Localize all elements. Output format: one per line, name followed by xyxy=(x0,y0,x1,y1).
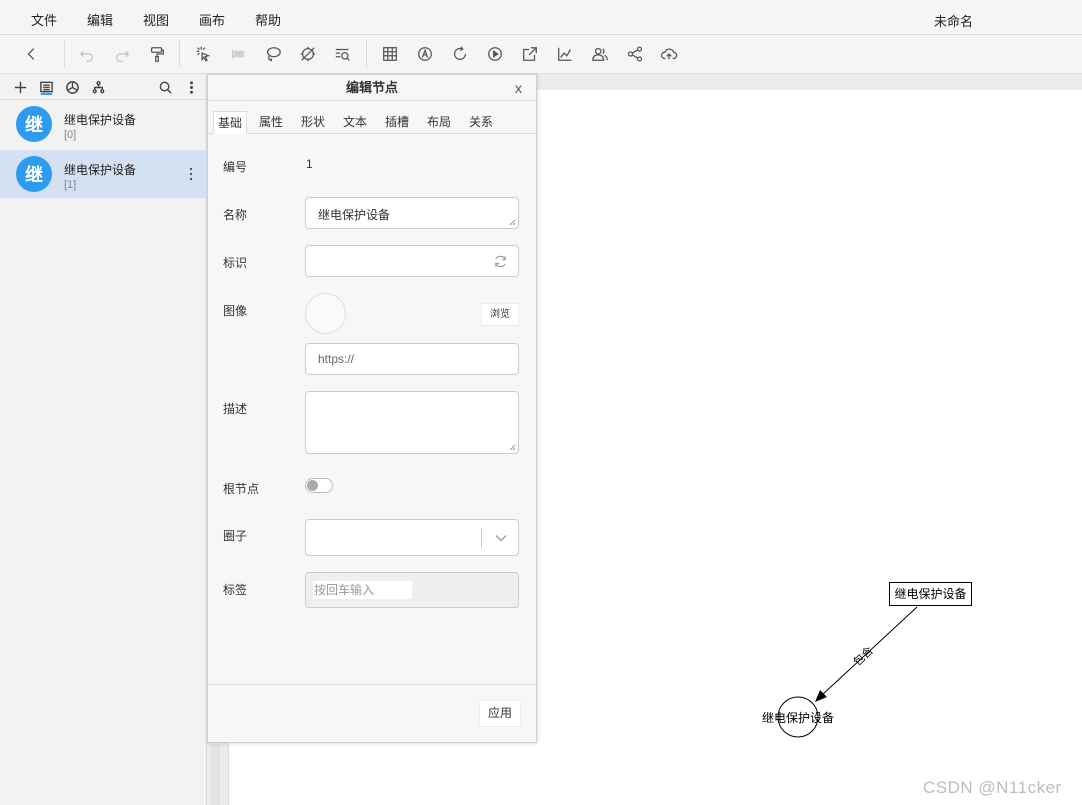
list-view-icon[interactable] xyxy=(37,78,55,96)
name-value: 继电保护设备 xyxy=(318,208,391,222)
regenerate-icon[interactable] xyxy=(493,254,508,269)
play-icon[interactable] xyxy=(485,44,505,64)
resize-grip-icon xyxy=(509,444,516,451)
circle-select[interactable] xyxy=(305,519,519,556)
identifier-field[interactable] xyxy=(305,245,519,277)
clear-icon[interactable] xyxy=(298,44,318,64)
more-vertical-icon[interactable] xyxy=(182,78,200,96)
toolbar-separator xyxy=(64,40,65,68)
dialog-title: 编辑节点 xyxy=(208,75,536,101)
undo-icon[interactable] xyxy=(77,44,97,64)
menu-edit[interactable]: 编辑 xyxy=(87,10,113,29)
hierarchy-icon[interactable] xyxy=(89,78,107,96)
dialog-footer: 应用 xyxy=(208,684,536,742)
tab-slots[interactable]: 插槽 xyxy=(381,111,413,134)
tab-text[interactable]: 文本 xyxy=(339,111,371,134)
pie-chart-icon[interactable] xyxy=(63,78,81,96)
sidebar: 继 继电保护设备 [0] 继 继电保护设备 [1] xyxy=(0,74,207,805)
item-name: 继电保护设备 xyxy=(64,113,137,127)
chart-icon[interactable] xyxy=(555,44,575,64)
sidebar-toolbar xyxy=(0,74,207,100)
lasso-icon[interactable] xyxy=(263,44,283,64)
refresh-icon[interactable] xyxy=(450,44,470,64)
document-title: 未命名 xyxy=(934,14,974,29)
format-painter-icon[interactable] xyxy=(147,44,167,64)
circle-node-label[interactable]: 继电保护设备 xyxy=(762,709,834,726)
item-index: [0] xyxy=(64,129,77,141)
export-icon[interactable] xyxy=(520,44,540,64)
users-icon[interactable] xyxy=(590,44,610,64)
close-icon[interactable]: x xyxy=(515,80,522,96)
root-node-toggle[interactable] xyxy=(305,478,333,493)
root-node-label: 根节点 xyxy=(223,482,260,496)
menu-help[interactable]: 帮助 xyxy=(255,10,281,29)
menu-file[interactable]: 文件 xyxy=(31,10,57,29)
description-field[interactable] xyxy=(305,391,519,454)
name-field[interactable]: 继电保护设备 xyxy=(305,197,519,229)
toolbar-separator xyxy=(179,40,180,68)
tags-field[interactable]: 按回车输入 xyxy=(305,572,519,608)
image-label: 图像 xyxy=(223,304,248,318)
search-zoom-icon[interactable] xyxy=(333,44,353,64)
tab-basic[interactable]: 基础 xyxy=(213,111,248,134)
table-icon[interactable] xyxy=(380,44,400,64)
tab-layout[interactable]: 布局 xyxy=(423,111,455,134)
item-index: [1] xyxy=(64,179,77,191)
image-url-field[interactable]: https:// xyxy=(305,343,519,375)
scrollbar[interactable] xyxy=(210,744,220,805)
resize-grip-icon xyxy=(509,219,516,226)
toggle-knob xyxy=(307,480,318,491)
avatar: 继 xyxy=(16,106,52,142)
menu-canvas[interactable]: 画布 xyxy=(199,10,225,29)
circle-label: 圈子 xyxy=(223,529,248,543)
tags-input[interactable]: 按回车输入 xyxy=(313,581,412,599)
select-separator xyxy=(481,528,482,548)
chevron-down-icon[interactable] xyxy=(494,531,508,545)
list-item-selected[interactable]: 继 继电保护设备 [1] xyxy=(0,150,207,198)
cloud-upload-icon[interactable] xyxy=(659,44,679,64)
identifier-label: 标识 xyxy=(223,256,248,270)
item-more-icon[interactable] xyxy=(186,166,196,182)
image-url-placeholder: https:// xyxy=(318,352,355,366)
auto-layout-icon[interactable] xyxy=(415,44,435,64)
tab-shape[interactable]: 形状 xyxy=(297,111,329,134)
description-label: 描述 xyxy=(223,402,248,416)
id-value: 1 xyxy=(306,157,313,171)
toolbar-separator xyxy=(366,40,367,68)
add-icon[interactable] xyxy=(11,78,29,96)
image-preview xyxy=(305,293,346,334)
share-icon[interactable] xyxy=(625,44,645,64)
menu-bar: 文件 编辑 视图 画布 帮助 未命名 xyxy=(0,0,1082,35)
redo-icon[interactable] xyxy=(112,44,132,64)
rect-node[interactable]: 继电保护设备 xyxy=(889,582,972,606)
list-item[interactable]: 继 继电保护设备 [0] xyxy=(0,100,207,148)
item-name: 继电保护设备 xyxy=(64,163,137,177)
apply-button[interactable]: 应用 xyxy=(479,700,521,727)
tab-relations[interactable]: 关系 xyxy=(465,111,497,134)
menu-view[interactable]: 视图 xyxy=(143,10,169,29)
search-icon[interactable] xyxy=(156,78,174,96)
tab-attributes[interactable]: 属性 xyxy=(255,111,287,134)
name-label: 名称 xyxy=(223,208,248,222)
pointer-select-icon[interactable] xyxy=(193,44,213,64)
edit-node-dialog: 编辑节点 x 基础 属性 形状 文本 插槽 布局 关系 编号 1 名称 继电保护… xyxy=(207,74,537,743)
tab-bar: 基础 属性 形状 文本 插槽 布局 关系 xyxy=(208,111,536,134)
id-label: 编号 xyxy=(223,160,248,174)
toolbar xyxy=(0,35,1082,74)
line-tool-icon[interactable] xyxy=(229,44,249,64)
avatar: 继 xyxy=(16,156,52,192)
browse-button[interactable]: 浏览 xyxy=(481,303,519,326)
watermark: CSDN @N11cker xyxy=(923,778,1062,797)
tags-label: 标签 xyxy=(223,583,248,597)
back-icon[interactable] xyxy=(22,44,42,64)
